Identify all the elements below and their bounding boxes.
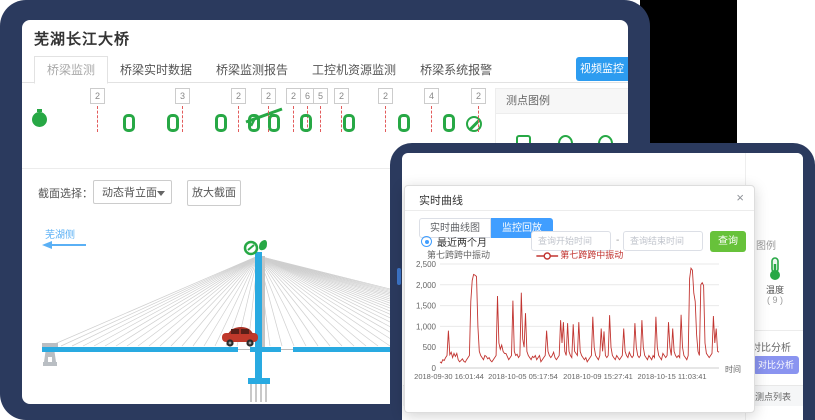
sensor-count-badge: 2 [261,88,276,104]
chain-sensor-icon[interactable] [443,114,455,132]
sensor-count-badge: 5 [313,88,328,104]
tab-2[interactable]: 桥梁实时数据 [108,57,204,83]
pier-cap [248,378,270,384]
chain-sensor-icon[interactable] [398,114,410,132]
chain-sensor-icon[interactable] [343,114,355,132]
vibration-chart: 05001,0001,5002,0002,5002018-09-30 16:01… [405,246,756,414]
tab-5[interactable]: 桥梁系统报警 [408,57,504,83]
svg-text:2018-10-05 05:17:54: 2018-10-05 05:17:54 [488,372,558,381]
tab-1[interactable]: 桥梁监测 [34,56,108,84]
sensor-count-badge: 3 [175,88,190,104]
sensor-count-badge: 2 [378,88,393,104]
realtime-curve-modal: 实时曲线 × 实时曲线图 监控回放 最近两个月 - 查询 第七跨跨中振动 第七跨… [404,185,755,413]
svg-text:500: 500 [423,343,437,352]
section-select-value: 动态背立面 [102,187,157,199]
legend-panel-title: 测点图例 [496,89,628,114]
thermometer-icon[interactable] [769,257,781,281]
sensor-strip: 23222652242 [22,86,492,146]
compare-analysis-button[interactable]: 对比分析 [753,356,799,374]
sensor-count-badge: 2 [90,88,105,104]
sensor-count-badge: 2 [334,88,349,104]
sensor-line [97,106,98,132]
bridge-tower [255,252,262,380]
tab-4[interactable]: 工控机资源监测 [300,57,408,83]
sensor-line [478,106,479,132]
section-select-dropdown[interactable]: 动态背立面 [93,180,172,204]
range-separator: - [616,235,619,246]
zoom-section-button[interactable]: 放大截面 [187,180,241,206]
svg-text:2018-10-15 11:03:41: 2018-10-15 11:03:41 [637,372,706,381]
pier-piles [251,384,266,402]
sensor-count-badge: 2 [231,88,246,104]
sensor-line [293,106,294,132]
svg-text:2,000: 2,000 [416,281,437,290]
chain-sensor-icon[interactable] [167,114,179,132]
sensor-line [341,106,342,132]
stopwatch-icon[interactable] [32,112,47,127]
modal-title: 实时曲线 [419,192,463,208]
svg-text:时间: 时间 [725,364,741,374]
sensor-count-badge: 2 [471,88,486,104]
video-monitor-button[interactable]: 视频监控 [576,57,628,81]
svg-text:2018-09-30 16:01:44: 2018-09-30 16:01:44 [414,372,484,381]
page-title: 芜湖长江大桥 [34,28,130,49]
svg-text:2018-10-09 15:27:41: 2018-10-09 15:27:41 [563,372,633,381]
chain-sensor-icon[interactable] [268,114,280,132]
chevron-down-icon [157,191,165,196]
tower-top-sensor-icons [245,240,267,254]
tabs: 桥梁监测桥梁实时数据桥梁监测报告工控机资源监测桥梁系统报警 [22,56,628,83]
black-background-region [640,0,737,143]
point-list-footer-label: 测点列表 [755,390,791,403]
abutment [42,343,58,366]
chain-sensor-icon[interactable] [300,114,312,132]
scrollbar-thumb[interactable] [397,268,401,285]
section-select-label: 截面选择： [38,185,93,201]
chain-sensor-icon[interactable] [123,114,135,132]
sidebar-legend-text: 图例 [756,237,776,252]
sensor-line [182,106,183,132]
sensor-line [385,106,386,132]
sensor-count-badge: 2 [286,88,301,104]
car [222,327,258,347]
chain-sensor-icon[interactable] [248,114,260,132]
popup-window: 图例 温度 ( 9 ) 对比分析 对比分析 测点列表 实时曲线 × 实时曲线图 … [390,143,815,420]
sensor-line [320,106,321,132]
tab-3[interactable]: 桥梁监测报告 [204,57,300,83]
no-entry-icon[interactable] [466,116,482,132]
svg-text:1,000: 1,000 [416,322,437,331]
svg-text:1,500: 1,500 [416,302,437,311]
sensor-line [431,106,432,132]
sensor-count-badge: 4 [424,88,439,104]
modal-header: 实时曲线 × [405,186,754,211]
sensor-line [238,106,239,132]
close-icon[interactable]: × [736,190,744,206]
svg-text:2,500: 2,500 [416,260,437,269]
bridge-side-label: 芜湖侧 [45,226,75,241]
chain-sensor-icon[interactable] [215,114,227,132]
